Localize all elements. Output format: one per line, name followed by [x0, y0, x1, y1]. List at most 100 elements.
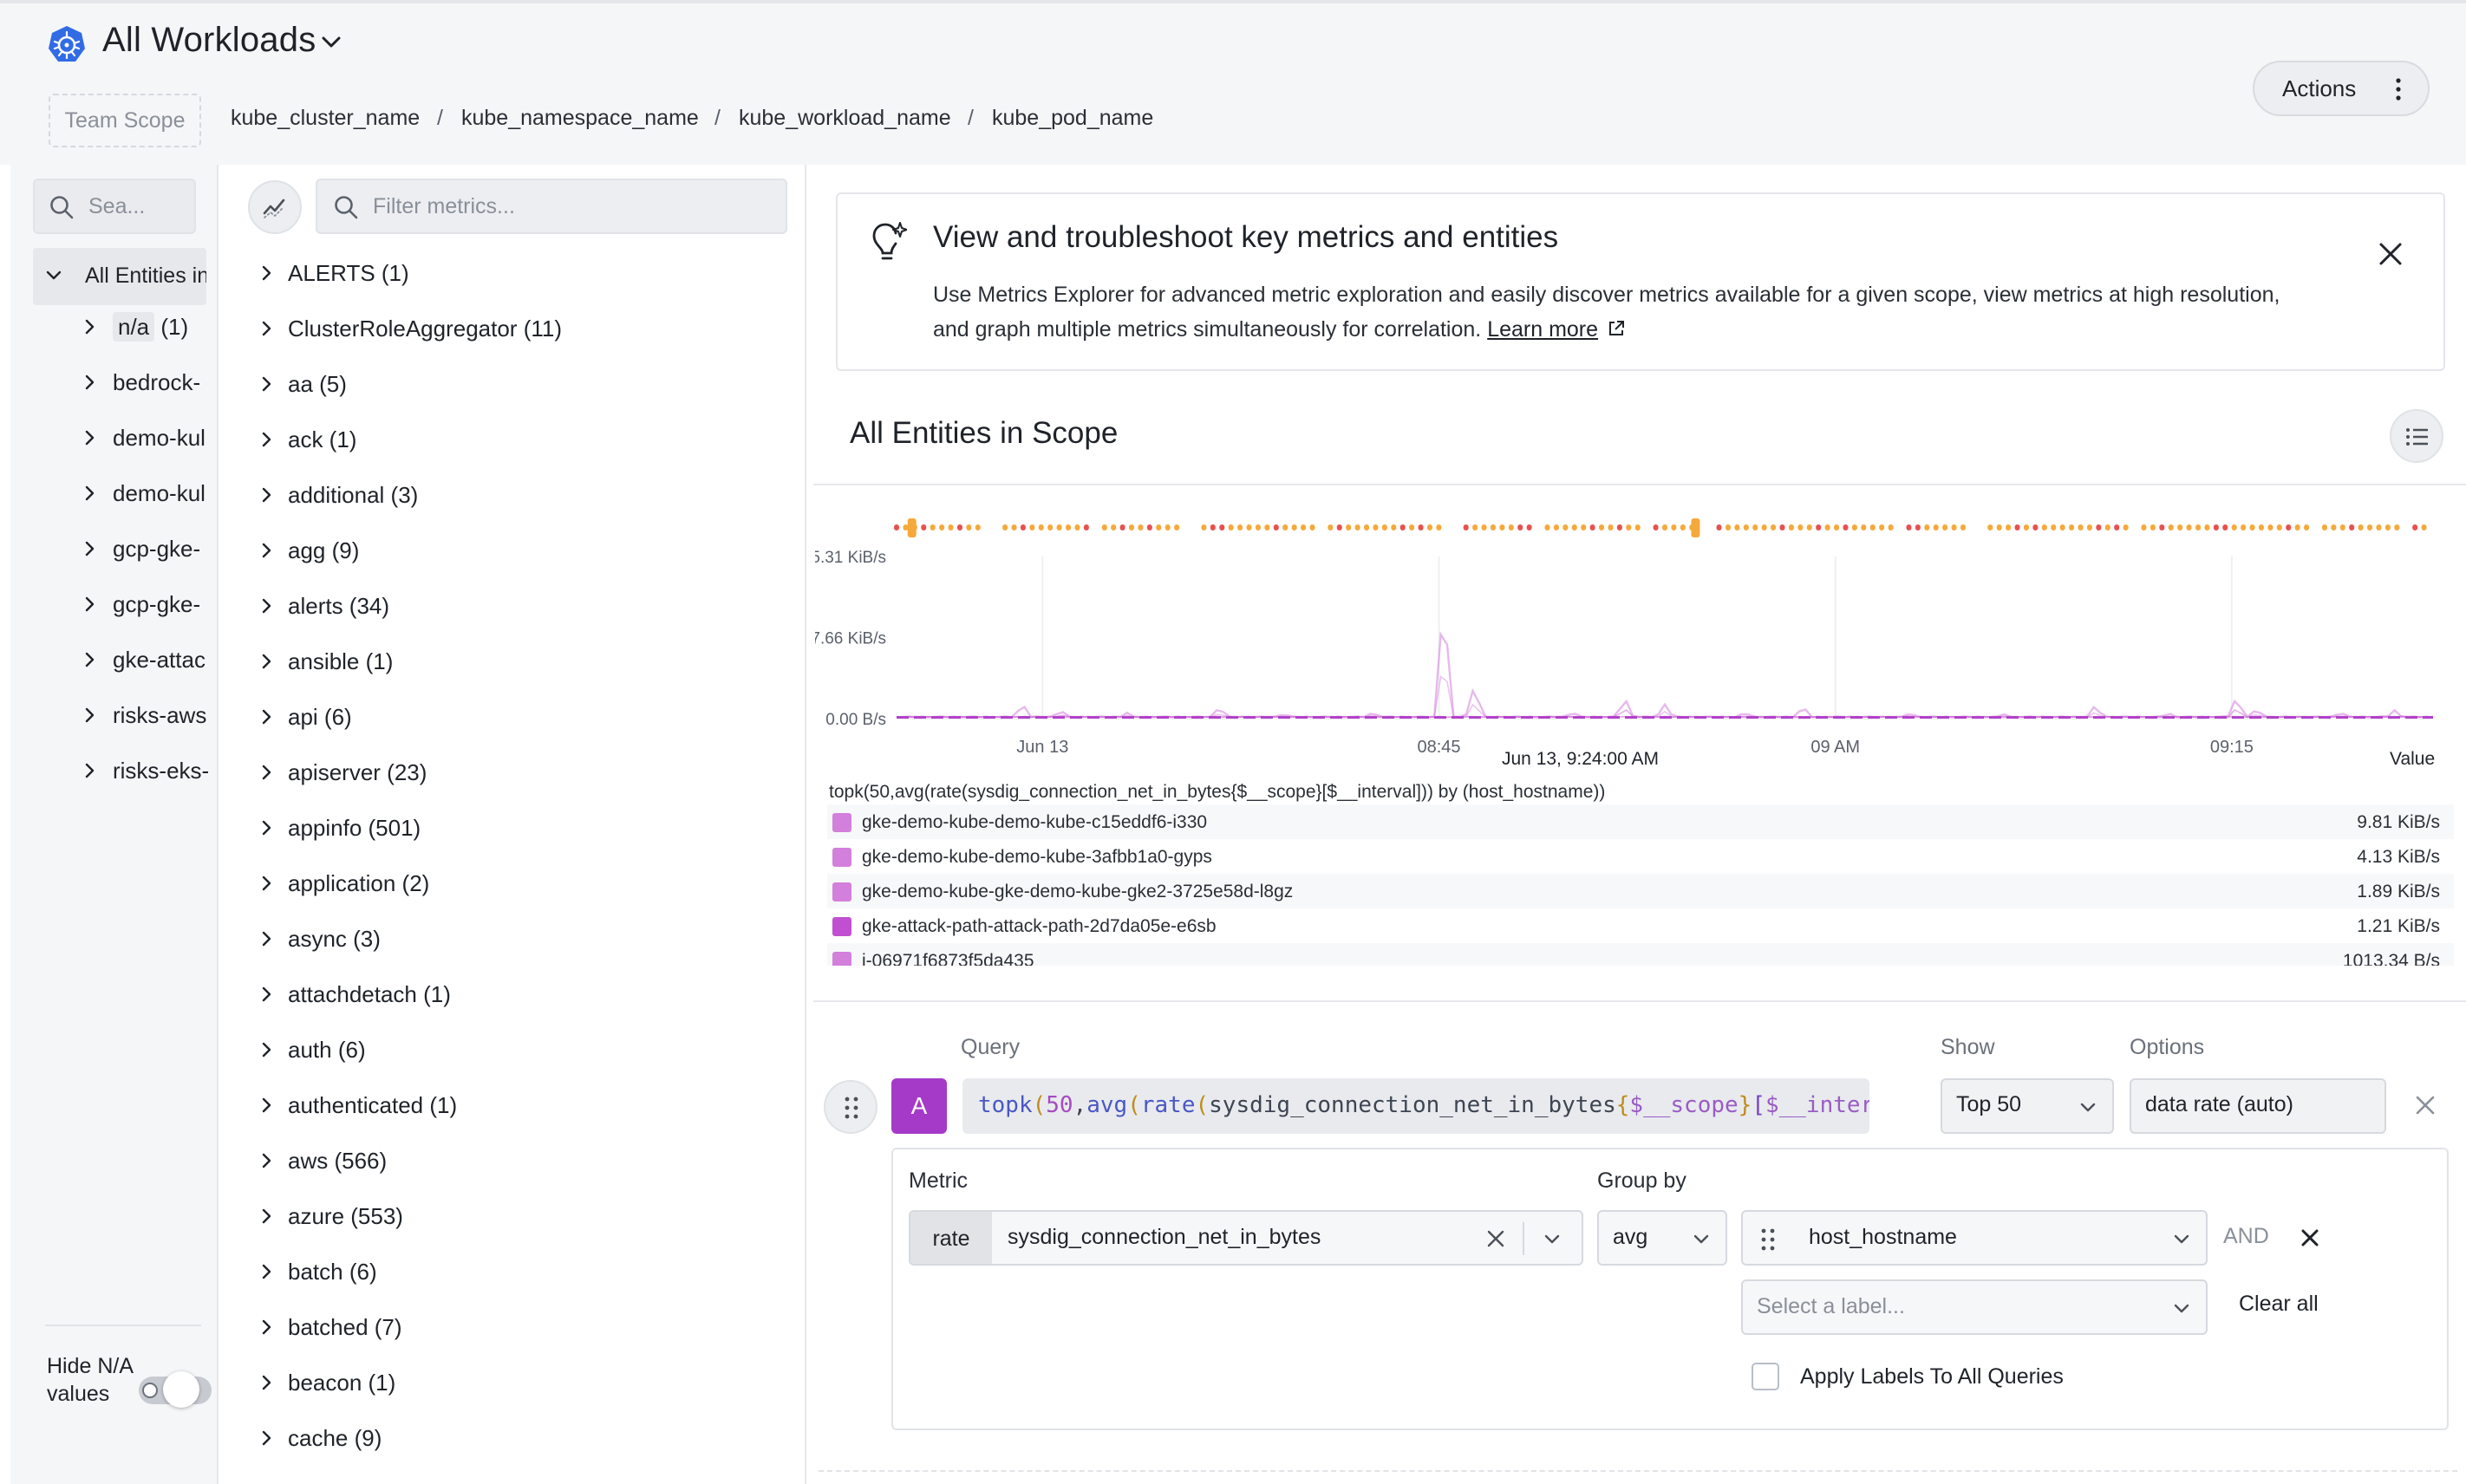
- chart[interactable]: 195.31 KiB/s 97.66 KiB/s 0.00 B/s Jun 13 08…: [815, 503, 2445, 789]
- event-marker[interactable]: [1851, 524, 1857, 530]
- chevron-right-icon[interactable]: [258, 931, 274, 947]
- metric-group-item[interactable]: appinfo (501): [250, 810, 787, 848]
- chevron-right-icon[interactable]: [258, 820, 274, 836]
- event-marker[interactable]: [1662, 524, 1667, 530]
- chevron-right-icon[interactable]: [258, 432, 274, 447]
- event-marker[interactable]: [2051, 524, 2057, 530]
- breadcrumb-namespace[interactable]: kube_namespace_name: [461, 106, 699, 131]
- hide-na-toggle[interactable]: [139, 1371, 212, 1408]
- metric-filter-input[interactable]: [373, 192, 772, 220]
- team-scope-badge[interactable]: Team Scope: [49, 94, 201, 147]
- event-marker[interactable]: [1581, 524, 1587, 530]
- event-marker[interactable]: [1779, 524, 1785, 530]
- event-marker[interactable]: [1156, 524, 1162, 530]
- chevron-right-icon[interactable]: [258, 1375, 274, 1390]
- metric-group-item[interactable]: authenticated (1): [250, 1087, 787, 1125]
- event-marker[interactable]: [1020, 524, 1026, 530]
- event-marker[interactable]: [2222, 524, 2228, 530]
- event-marker[interactable]: [1734, 524, 1740, 530]
- event-marker[interactable]: [1364, 524, 1370, 530]
- event-marker[interactable]: [1291, 524, 1297, 530]
- event-marker[interactable]: [1544, 524, 1550, 530]
- event-marker[interactable]: [894, 524, 899, 530]
- event-marker[interactable]: [921, 524, 927, 530]
- event-marker[interactable]: [2349, 524, 2355, 530]
- event-marker[interactable]: [1608, 524, 1614, 530]
- clear-icon[interactable]: [1486, 1229, 1505, 1248]
- event-marker[interactable]: [1861, 524, 1867, 530]
- event-marker[interactable]: [1771, 524, 1777, 530]
- event-marker[interactable]: [1490, 524, 1496, 530]
- event-marker[interactable]: [1409, 524, 1415, 530]
- event-marker[interactable]: [1002, 524, 1008, 530]
- event-marker[interactable]: [2069, 524, 2075, 530]
- event-marker[interactable]: [2150, 524, 2156, 530]
- event-marker[interactable]: [1589, 524, 1595, 530]
- event-marker[interactable]: [2421, 524, 2427, 530]
- metric-group-item[interactable]: ansible (1): [250, 643, 787, 681]
- chevron-right-icon[interactable]: [258, 1319, 274, 1335]
- event-marker[interactable]: [2123, 524, 2129, 530]
- close-icon[interactable]: [2300, 1227, 2320, 1248]
- entity-item[interactable]: n/a (1): [71, 310, 210, 345]
- entity-item[interactable]: bedrock-: [71, 366, 210, 400]
- event-marker[interactable]: [1228, 524, 1234, 530]
- metric-group-item[interactable]: aa (5): [250, 366, 787, 404]
- chevron-down-icon[interactable]: [319, 29, 343, 54]
- event-marker[interactable]: [1788, 524, 1794, 530]
- event-marker[interactable]: [2186, 524, 2192, 530]
- event-marker[interactable]: [2059, 524, 2065, 530]
- event-marker[interactable]: [1201, 524, 1207, 530]
- event-marker[interactable]: [1381, 524, 1387, 530]
- list-view-button[interactable]: [2390, 409, 2443, 463]
- event-marker[interactable]: [1996, 524, 2002, 530]
- event-marker[interactable]: [1399, 524, 1406, 530]
- event-marker[interactable]: [2104, 524, 2110, 530]
- event-marker[interactable]: [1725, 524, 1731, 530]
- metric-group-item[interactable]: auth (6): [250, 1032, 787, 1070]
- query-code-input[interactable]: topk(50,avg(rate(sysdig_connection_net_i…: [962, 1078, 1869, 1134]
- metric-filter[interactable]: [316, 179, 787, 234]
- chevron-right-icon[interactable]: [258, 376, 274, 392]
- metric-select[interactable]: rate sysdig_connection_net_in_bytes: [909, 1210, 1583, 1266]
- event-marker[interactable]: [1309, 524, 1315, 530]
- event-marker[interactable]: [1056, 524, 1062, 530]
- event-marker[interactable]: [1508, 524, 1514, 530]
- chevron-right-icon[interactable]: [82, 485, 97, 501]
- event-marker[interactable]: [2023, 524, 2029, 530]
- event-marker[interactable]: [1816, 524, 1822, 530]
- event-marker[interactable]: [2412, 524, 2418, 530]
- event-marker[interactable]: [1047, 524, 1054, 530]
- label-select[interactable]: Select a label...: [1741, 1279, 2208, 1335]
- event-marker[interactable]: [1164, 524, 1171, 530]
- event-marker[interactable]: [1951, 524, 1957, 530]
- metric-group-item[interactable]: ack (1): [250, 421, 787, 459]
- metric-function-badge[interactable]: rate: [910, 1212, 992, 1264]
- event-marker[interactable]: [1119, 524, 1125, 530]
- event-marker[interactable]: [1680, 524, 1686, 530]
- event-marker[interactable]: [2195, 524, 2201, 530]
- event-marker[interactable]: [1138, 524, 1144, 530]
- legend-row[interactable]: gke-demo-kube-gke-demo-kube-gke2-3725e58…: [827, 874, 2454, 908]
- chevron-right-icon[interactable]: [258, 654, 274, 669]
- event-marker[interactable]: [1562, 524, 1569, 530]
- event-marker[interactable]: [1083, 524, 1089, 530]
- breadcrumb-workload[interactable]: kube_workload_name: [739, 106, 951, 131]
- event-marker[interactable]: [2086, 524, 2092, 530]
- entity-item[interactable]: gke-attac: [71, 643, 210, 678]
- event-marker[interactable]: [966, 524, 972, 530]
- event-marker[interactable]: [2304, 524, 2310, 530]
- event-marker[interactable]: [1328, 524, 1334, 530]
- chevron-right-icon[interactable]: [258, 765, 274, 780]
- event-marker[interactable]: [1426, 524, 1432, 530]
- metric-group-item[interactable]: agg (9): [250, 532, 787, 570]
- chevron-down-icon[interactable]: [1543, 1231, 1561, 1248]
- event-marker[interactable]: [1915, 524, 1921, 530]
- metric-group-item[interactable]: alerts (34): [250, 588, 787, 626]
- event-marker[interactable]: [1111, 524, 1117, 530]
- event-marker[interactable]: [1029, 524, 1035, 530]
- event-marker[interactable]: [1553, 524, 1559, 530]
- event-marker[interactable]: [1246, 524, 1252, 530]
- event-marker[interactable]: [1960, 524, 1966, 530]
- chevron-right-icon[interactable]: [258, 487, 274, 503]
